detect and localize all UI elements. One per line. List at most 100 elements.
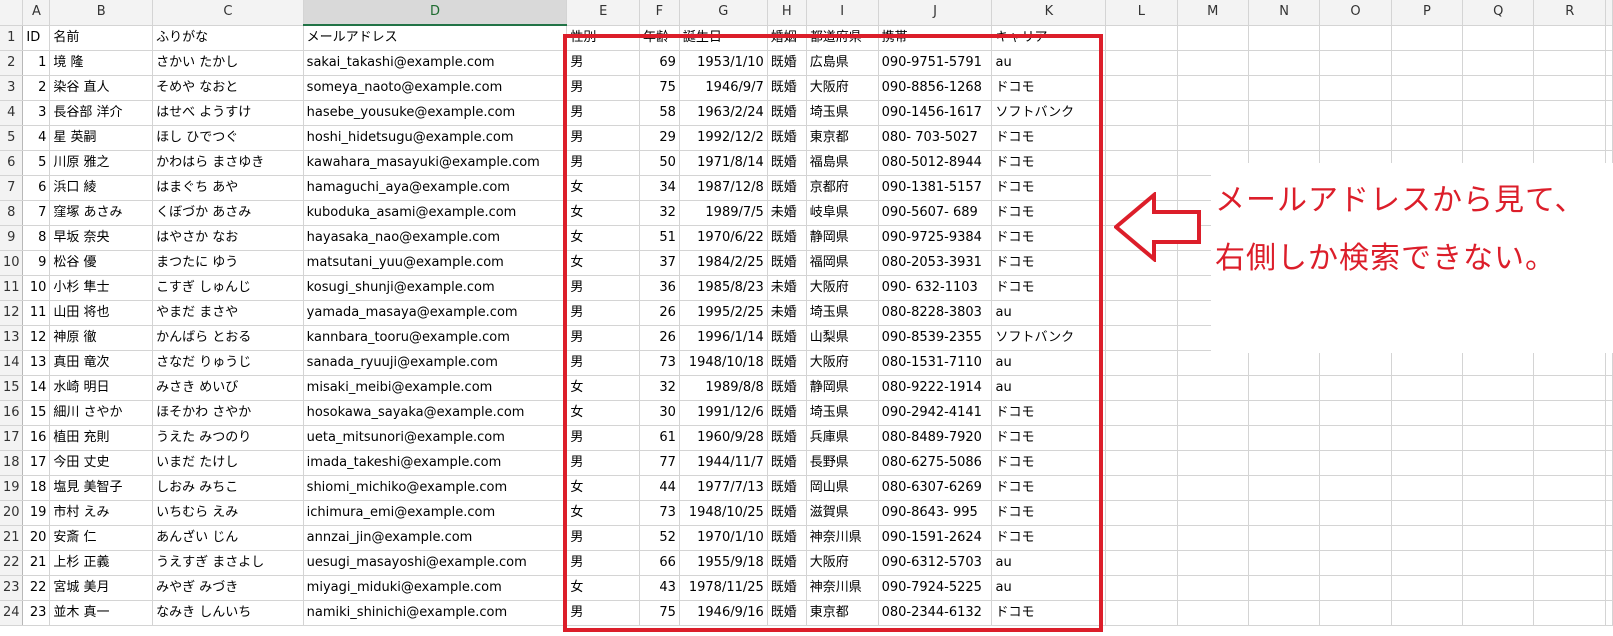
cell[interactable]: 090-5607- 689 <box>878 200 993 226</box>
cell[interactable]: 男 <box>566 150 640 176</box>
cell[interactable] <box>1248 350 1321 376</box>
cell[interactable]: 44 <box>639 475 680 501</box>
cell[interactable]: 58 <box>639 100 680 126</box>
cell[interactable] <box>1177 475 1249 501</box>
cell[interactable]: 29 <box>639 125 680 151</box>
cell[interactable] <box>1605 350 1613 376</box>
cell[interactable] <box>1533 125 1606 151</box>
cell[interactable]: 26 <box>639 325 680 351</box>
cell[interactable] <box>1391 50 1464 76</box>
cell[interactable]: 男 <box>566 600 640 626</box>
cell[interactable]: au <box>991 350 1107 376</box>
cell[interactable]: 既婚 <box>767 500 807 526</box>
cell[interactable]: 山田 将也 <box>49 300 154 326</box>
cell[interactable]: 星 英嗣 <box>49 125 154 151</box>
cell[interactable] <box>1462 125 1535 151</box>
cell[interactable] <box>1248 600 1321 626</box>
cell[interactable]: いまだ たけし <box>152 450 304 476</box>
cell[interactable]: 既婚 <box>767 525 807 551</box>
row-header[interactable]: 2 <box>0 50 24 76</box>
cell[interactable]: yamada_masaya@example.com <box>303 300 568 326</box>
cell[interactable] <box>1248 50 1321 76</box>
row-header[interactable]: 24 <box>0 600 24 626</box>
cell[interactable]: 長野県 <box>806 450 879 476</box>
cell[interactable]: 1970/1/10 <box>679 525 768 551</box>
cell[interactable]: ドコモ <box>991 600 1107 626</box>
cell[interactable] <box>1105 525 1178 551</box>
cell[interactable] <box>1105 400 1178 426</box>
cell[interactable] <box>1319 425 1392 451</box>
cell[interactable]: 既婚 <box>767 575 807 601</box>
cell[interactable]: 69 <box>639 50 680 76</box>
cell[interactable]: 080-6307-6269 <box>878 475 993 501</box>
cell[interactable] <box>1462 550 1535 576</box>
cell[interactable] <box>1319 50 1392 76</box>
column-header-l[interactable]: L <box>1105 0 1178 26</box>
cell[interactable] <box>1533 375 1606 401</box>
cell[interactable]: 浜口 綾 <box>49 175 154 201</box>
cell[interactable] <box>1319 450 1392 476</box>
cell[interactable] <box>1105 25 1178 51</box>
cell[interactable]: ふりがな <box>152 25 304 51</box>
cell[interactable]: 山梨県 <box>806 325 879 351</box>
row-header[interactable]: 1 <box>0 25 24 51</box>
cell[interactable]: 男 <box>566 350 640 376</box>
cell[interactable]: 神奈川県 <box>806 575 879 601</box>
cell[interactable] <box>1248 375 1321 401</box>
cell[interactable] <box>1391 575 1464 601</box>
row-header[interactable]: 14 <box>0 350 24 376</box>
cell[interactable] <box>1533 75 1606 101</box>
cell[interactable]: ドコモ <box>991 125 1107 151</box>
cell[interactable]: 1948/10/25 <box>679 500 768 526</box>
cell[interactable]: 61 <box>639 425 680 451</box>
cell[interactable]: なみき しんいち <box>152 600 304 626</box>
cell[interactable]: かんばら とおる <box>152 325 304 351</box>
cell[interactable]: 30 <box>639 400 680 426</box>
cell[interactable]: 1991/12/6 <box>679 400 768 426</box>
cell[interactable]: ドコモ <box>991 225 1107 251</box>
cell[interactable]: 女 <box>566 200 640 226</box>
cell[interactable] <box>1391 550 1464 576</box>
cell[interactable] <box>1177 400 1249 426</box>
cell[interactable] <box>1391 475 1464 501</box>
cell[interactable]: 並木 真一 <box>49 600 154 626</box>
cell[interactable] <box>1319 350 1392 376</box>
cell[interactable] <box>1177 425 1249 451</box>
cell[interactable]: 13 <box>22 350 51 376</box>
cell[interactable]: 滋賀県 <box>806 500 879 526</box>
cell[interactable] <box>1105 150 1178 176</box>
cell[interactable] <box>1105 300 1178 326</box>
cell[interactable] <box>1319 25 1392 51</box>
cell[interactable]: 京都府 <box>806 175 879 201</box>
cell[interactable]: みやぎ みづき <box>152 575 304 601</box>
cell[interactable]: しおみ みちこ <box>152 475 304 501</box>
column-header-e[interactable]: E <box>566 0 640 26</box>
cell[interactable]: 既婚 <box>767 250 807 276</box>
cell[interactable] <box>1319 100 1392 126</box>
cell[interactable]: matsutani_yuu@example.com <box>303 250 568 276</box>
cell[interactable]: 11 <box>22 300 51 326</box>
cell[interactable] <box>1177 575 1249 601</box>
cell[interactable] <box>1248 400 1321 426</box>
cell[interactable] <box>1177 525 1249 551</box>
cell[interactable]: 1989/7/5 <box>679 200 768 226</box>
cell[interactable]: 既婚 <box>767 550 807 576</box>
cell[interactable] <box>1177 375 1249 401</box>
row-header[interactable]: 12 <box>0 300 24 326</box>
cell[interactable] <box>1105 75 1178 101</box>
cell[interactable]: 52 <box>639 525 680 551</box>
cell[interactable]: 090- 632-1103 <box>878 275 993 301</box>
cell[interactable]: 大阪府 <box>806 275 879 301</box>
cell[interactable]: 080-9222-1914 <box>878 375 993 401</box>
cell[interactable] <box>1391 350 1464 376</box>
cell[interactable]: 1995/2/25 <box>679 300 768 326</box>
cell[interactable] <box>1105 50 1178 76</box>
cell[interactable] <box>1533 100 1606 126</box>
cell[interactable]: 未婚 <box>767 200 807 226</box>
cell[interactable] <box>1319 475 1392 501</box>
cell[interactable] <box>1462 575 1535 601</box>
cell[interactable]: 1985/8/23 <box>679 275 768 301</box>
row-header[interactable]: 10 <box>0 250 24 276</box>
cell[interactable]: かわはら まさゆき <box>152 150 304 176</box>
cell[interactable] <box>1605 575 1613 601</box>
